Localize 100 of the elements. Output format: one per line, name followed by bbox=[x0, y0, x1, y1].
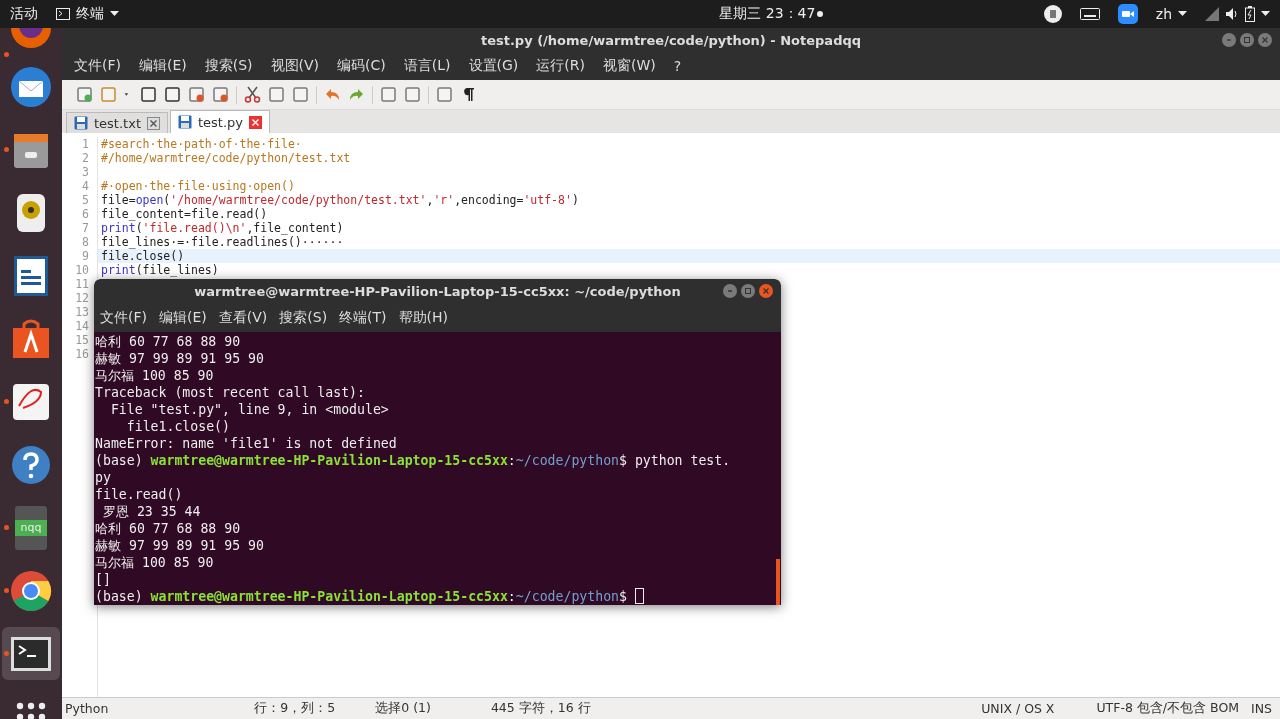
close-button[interactable] bbox=[759, 284, 773, 298]
dock-item-highlight[interactable] bbox=[2, 627, 60, 680]
terminal-line: 哈利 60 77 68 88 90 bbox=[95, 520, 242, 537]
line-number: 12 bbox=[74, 291, 90, 305]
maximize-icon bbox=[743, 286, 753, 296]
battery-icon[interactable] bbox=[1245, 6, 1255, 22]
file-tab[interactable]: test.py bbox=[170, 110, 271, 133]
terminal-line: 罗恩 23 35 44 bbox=[101, 503, 202, 520]
terminal-output[interactable] bbox=[94, 332, 781, 605]
clock[interactable]: 星期三 23：47 bbox=[719, 5, 816, 23]
menu-item[interactable]: 编辑(E) bbox=[159, 309, 207, 328]
code-line: file_content=file.read() bbox=[100, 207, 269, 221]
line-number: 16 bbox=[74, 347, 90, 361]
close-icon[interactable] bbox=[147, 116, 160, 130]
input-method[interactable]: zh bbox=[1155, 6, 1172, 22]
line-number: 8 bbox=[81, 235, 90, 249]
chrome-icon[interactable] bbox=[10, 569, 52, 612]
menu-item[interactable]: 终端(T) bbox=[339, 309, 387, 328]
activities-button[interactable]: 活动 bbox=[10, 5, 38, 23]
menu-item[interactable]: 语言(L) bbox=[403, 57, 451, 75]
menu-item[interactable]: 设置(G) bbox=[468, 57, 519, 75]
tab-label: test.py bbox=[198, 114, 244, 130]
envelope-icon[interactable] bbox=[9, 64, 53, 109]
indicator-icon[interactable] bbox=[1043, 5, 1062, 23]
menu-item[interactable]: 文件(F) bbox=[74, 57, 121, 75]
terminal-icon bbox=[56, 8, 70, 20]
line-number: 7 bbox=[81, 221, 90, 235]
minimize-button[interactable] bbox=[1222, 33, 1236, 47]
terminal-line: [] bbox=[95, 571, 112, 588]
minimize-button[interactable] bbox=[723, 284, 737, 298]
terminal-line: 马尔福 100 85 90 bbox=[95, 367, 215, 384]
close-icon bbox=[1260, 35, 1270, 45]
shopping-bag-icon[interactable] bbox=[11, 317, 51, 360]
terminal-line: File "test.py", line 9, in <module> bbox=[109, 401, 390, 418]
terminal-line: (base) warmtree@warmtree-HP-Pavilion-Laptop-15-cc5xx:~/code/python$ python test. bbox=[95, 452, 732, 469]
menu-item[interactable]: 帮助(H) bbox=[398, 309, 449, 328]
video-camera-icon[interactable] bbox=[1117, 4, 1138, 24]
line-endings: UNIX / OS X bbox=[981, 701, 1055, 716]
code-line: #/home/warmtree/code/python/test.txt bbox=[100, 151, 352, 165]
line-number: 9 bbox=[81, 249, 90, 263]
code-line: file=open('/home/warmtree/code/python/test.txt','r',encoding='utf-8') bbox=[100, 193, 580, 207]
terminal-line: file1.close() bbox=[125, 418, 231, 435]
caret-icon bbox=[1178, 11, 1187, 17]
terminal-line: (base) warmtree@warmtree-HP-Pavilion-Laptop-15-cc5xx:~/code/python$ bbox=[95, 588, 781, 605]
line-number: 6 bbox=[81, 207, 90, 221]
app-menu[interactable]: 终端 bbox=[76, 5, 104, 23]
line-number: 5 bbox=[81, 193, 90, 207]
cut-icon[interactable] bbox=[244, 86, 261, 103]
code-line: print(file_lines) bbox=[100, 263, 220, 277]
terminal-line: 马尔福 100 85 90 bbox=[95, 554, 215, 571]
line-number: 10 bbox=[74, 263, 90, 277]
line-number: 15 bbox=[74, 333, 90, 347]
terminal-line: NameError: name 'file1' is not defined bbox=[95, 435, 398, 452]
code-line: file_lines·=·file.readlines()······ bbox=[100, 235, 345, 249]
new-file-icon[interactable] bbox=[76, 86, 93, 103]
line-number: 14 bbox=[74, 319, 90, 333]
menu-item[interactable]: 搜索(S) bbox=[279, 309, 328, 328]
help-icon[interactable] bbox=[11, 444, 51, 485]
pdf-document-icon[interactable] bbox=[11, 381, 51, 422]
line-number: 3 bbox=[81, 165, 90, 179]
menu-item[interactable]: 视图(V) bbox=[270, 57, 320, 75]
line-number: 13 bbox=[74, 305, 90, 319]
menu-item[interactable]: 文件(F) bbox=[100, 309, 147, 328]
code-line: #search·the·path·of·the·file· bbox=[100, 137, 303, 151]
encoding: UTF-8 包含/不包含 BOM bbox=[1096, 700, 1239, 717]
insert-mode: INS bbox=[1251, 701, 1272, 716]
maximize-button[interactable] bbox=[1240, 33, 1254, 47]
notebook-label: nqq bbox=[15, 519, 47, 536]
line-number: 4 bbox=[81, 179, 90, 193]
keyboard-icon[interactable] bbox=[1079, 8, 1100, 20]
cursor-position: 行：9，列：5 bbox=[254, 700, 336, 717]
code-line: print('file.read()\n',file_content) bbox=[100, 221, 345, 235]
terminal-line: py bbox=[95, 469, 112, 486]
maximize-icon bbox=[1242, 35, 1252, 45]
language-label: Python bbox=[65, 701, 109, 716]
menu-item[interactable]: 搜索(S) bbox=[204, 57, 253, 75]
terminal-line: file.read() bbox=[95, 486, 184, 503]
volume-icon[interactable] bbox=[1225, 7, 1239, 21]
menu-item[interactable]: 编辑(E) bbox=[139, 57, 187, 75]
menu-item[interactable]: 查看(V) bbox=[218, 309, 268, 328]
document-stats: 445 字符，16 行 bbox=[490, 700, 591, 717]
tab-label: test.txt bbox=[94, 115, 141, 131]
caret-icon bbox=[1261, 11, 1270, 17]
terminal-line: 哈利 60 77 68 88 90 bbox=[95, 333, 242, 350]
menu-item[interactable]: 编码(C) bbox=[337, 57, 386, 75]
line-number: 2 bbox=[81, 151, 90, 165]
text-cursor bbox=[634, 588, 644, 604]
window-title: test.py (/home/warmtree/code/python) - Notepadqq bbox=[62, 28, 1280, 52]
line-number: 1 bbox=[81, 137, 90, 151]
close-icon[interactable] bbox=[249, 115, 263, 129]
menu-item[interactable]: 视窗(W) bbox=[602, 57, 656, 75]
menu-item[interactable]: 运行(R) bbox=[536, 57, 585, 75]
menu-item[interactable]: ? bbox=[673, 58, 682, 74]
dot-icon bbox=[817, 11, 824, 17]
maximize-button[interactable] bbox=[741, 284, 755, 298]
network-icon[interactable] bbox=[1205, 7, 1219, 21]
terminal-icon[interactable] bbox=[10, 635, 52, 672]
file-tab[interactable]: test.txt bbox=[66, 112, 168, 133]
close-button[interactable] bbox=[1258, 33, 1272, 47]
document-icon[interactable] bbox=[12, 253, 50, 298]
